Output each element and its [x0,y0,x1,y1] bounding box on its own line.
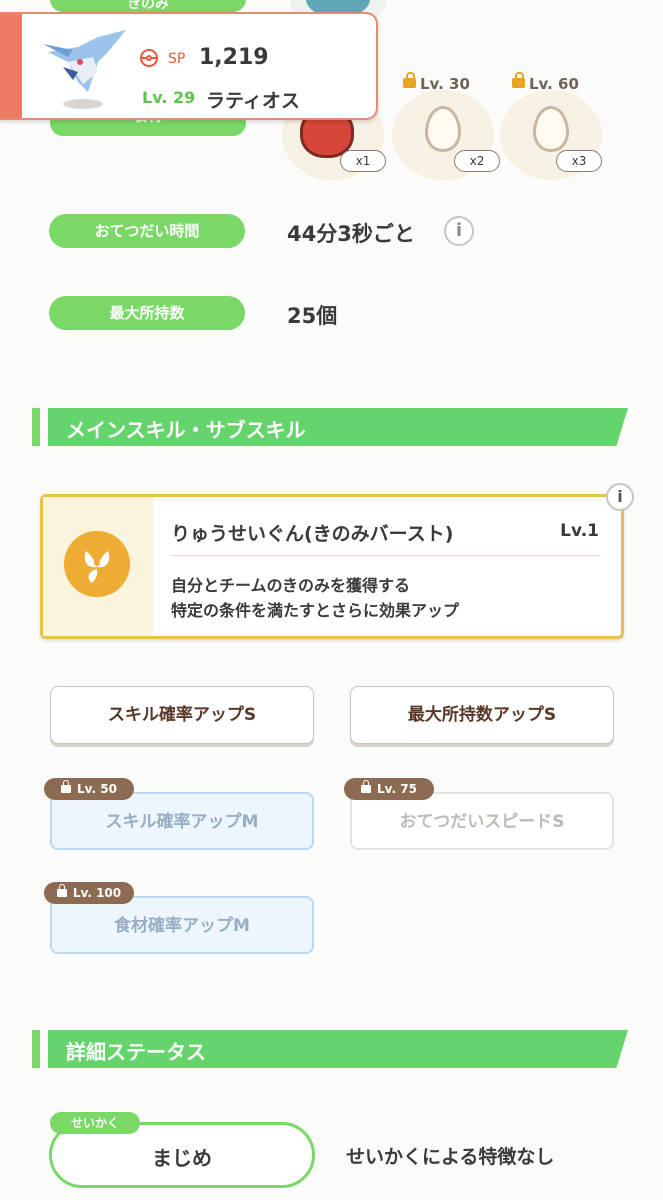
main-skill-name: りゅうせいぐん(きのみバースト) [171,523,454,545]
subskill-button-5[interactable]: 食材確率アップM [50,896,314,954]
ingredient-count: x1 [340,150,386,172]
ingredient-count: x2 [454,150,500,172]
divider [171,555,601,556]
help-time-label: おてつだい時間 [49,214,245,248]
berry-label-pill: きのみ [50,0,246,12]
egg-icon [425,106,461,152]
lock-icon [56,884,67,897]
pokemon-name: ラティオス [206,90,300,112]
egg-icon [533,106,569,152]
lock-icon [512,72,525,88]
berry-burst-skill-icon [64,531,130,597]
sp-value: 1,219 [199,45,269,70]
subskill-button-2[interactable]: 最大所持数アップS [350,686,614,744]
skills-section-header: メインスキル・サブスキル [32,408,628,446]
section-accent-bar [32,1030,40,1068]
ingredient-slot-2[interactable]: x2 [392,90,500,180]
subskill-button-4[interactable]: おてつだいスピードS [350,792,614,850]
sp-label: SP [168,51,186,67]
subskill-lock-tag-4: Lv. 75 [344,778,434,800]
ingredient-count: x3 [556,150,602,172]
subskill-lock-tag-5: Lv. 100 [44,882,134,904]
subskill-lock-tag-3: Lv. 50 [44,778,134,800]
max-carry-label: 最大所持数 [49,296,245,330]
nature-value: まじめ [152,1146,212,1170]
nature-tag: せいかく [50,1112,140,1134]
main-skill-description-line1: 自分とチームのきのみを獲得する [171,576,411,595]
ingredient-slot-3[interactable]: x3 [500,90,602,180]
pokemon-header-card: SP 1,219 Lv. 29 ラティオス [0,12,378,120]
main-skill-description-line2: 特定の条件を満たすとさらに効果アップ [171,601,460,620]
lock-icon [361,780,372,793]
max-carry-value: 25個 [287,304,338,328]
pokemon-image [43,30,126,109]
subskill-button-1[interactable]: スキル確率アップS [50,686,314,744]
main-skill-card[interactable]: りゅうせいぐん(きのみバースト) Lv.1 自分とチームのきのみを獲得する 特定… [40,494,624,639]
lock-icon [403,72,416,88]
sp-icon [140,49,158,67]
subskill-button-3[interactable]: スキル確率アップM [50,792,314,850]
help-time-value: 44分3秒ごと [287,222,415,246]
help-time-info-icon[interactable]: i [444,216,474,246]
header-accent [0,14,22,118]
section-title: 詳細ステータス [66,1040,206,1064]
main-skill-info-icon[interactable]: i [606,483,634,511]
section-accent-bar [32,408,40,446]
pokemon-level: Lv. 29 [142,88,196,107]
details-section-header: 詳細ステータス [32,1030,628,1068]
nature-description: せいかくによる特徴なし [346,1146,555,1168]
lock-icon [61,780,72,793]
section-title: メインスキル・サブスキル [66,418,306,442]
main-skill-level: Lv.1 [560,521,599,541]
